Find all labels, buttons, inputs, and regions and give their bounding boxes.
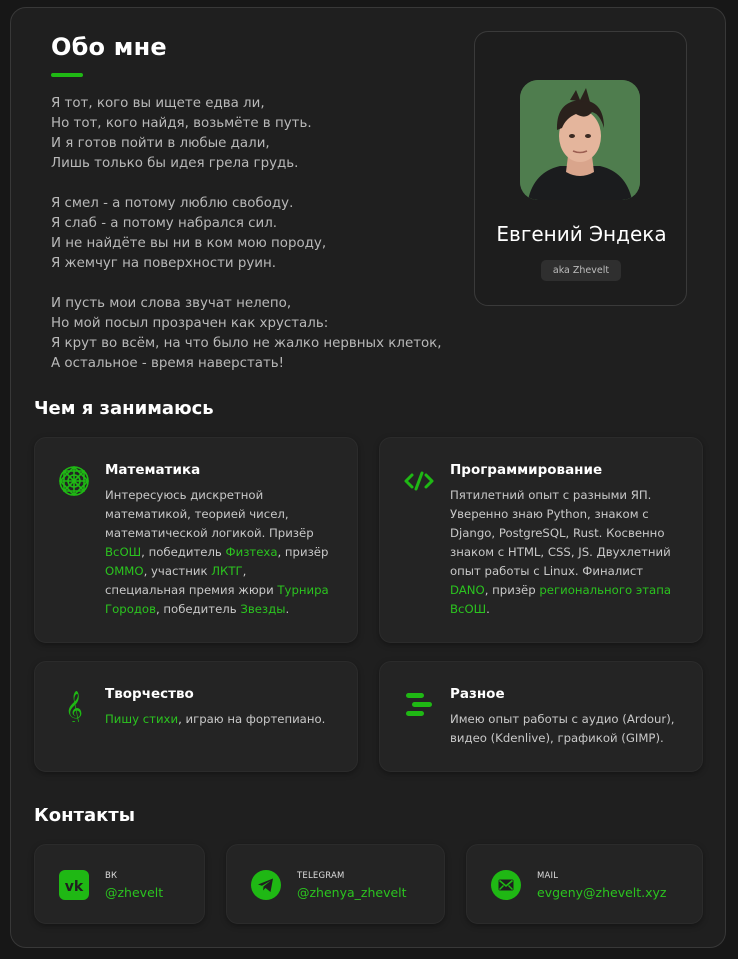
poem-line: А остальное - время наверстать! [51,356,285,371]
about-title: Обо мне [51,33,167,61]
contact-label: TELEGRAM [297,871,345,881]
poem-stanza: И пусть мои слова звучат нелепо, Но мой … [51,294,451,374]
text-fragment: Имею опыт работы с аудио (Ardour), видео… [450,712,675,745]
inline-link[interactable]: DANO [450,583,485,597]
activity-text: Пишу стихи, играю на фортепиано. [105,710,330,729]
misc-icon [406,693,432,716]
activity-card-creativity: 𝄞 Творчество Пишу стихи, играю на фортеп… [34,661,358,772]
contact-card-telegram[interactable]: TELEGRAM @zhenya_zhevelt [226,844,445,924]
profile-card: Евгений Эндека aka Zhevelt [474,31,687,306]
treble-clef-icon: 𝄞 [65,691,83,722]
vk-icon: vk [59,870,89,900]
text-fragment: , победитель [155,602,241,616]
poem: Я тот, кого вы ищете едва ли, Но тот, ко… [51,94,451,394]
text-fragment: , победитель [141,545,226,559]
activity-title: Разное [450,686,505,702]
poem-line: Я жемчуг на поверхности руин. [51,256,277,271]
poem-line: Я крут во всём, на что было не жалко нер… [51,336,442,351]
inline-link[interactable]: Пишу стихи [105,712,178,726]
poem-line: И пусть мои слова звучат нелепо, [51,296,292,311]
text-fragment: , призёр [277,545,329,559]
mail-icon [491,870,521,900]
activities-title: Чем я занимаюсь [34,398,214,419]
code-icon [404,471,434,491]
text-fragment: , участник [143,564,212,578]
svg-text:𝄞: 𝄞 [65,691,83,722]
inline-link[interactable]: Звезды [240,602,285,616]
poem-stanza: Я тот, кого вы ищете едва ли, Но тот, ко… [51,94,451,174]
activity-title: Программирование [450,462,603,478]
poem-line: Но мой посыл прозрачен как хрусталь: [51,316,329,331]
poem-line: И я готов пойти в любые дали, [51,136,270,151]
contact-card-vk[interactable]: vk ВК @zhevelt [34,844,205,924]
aka-badge: aka Zhevelt [541,260,621,281]
inline-link[interactable]: Физтеха [226,545,278,559]
profile-name: Евгений Эндека [496,222,667,246]
poem-line: Я смел - а потому люблю свободу. [51,196,294,211]
text-fragment: , играю на фортепиано. [178,712,326,726]
telegram-icon [251,870,281,900]
contact-link-telegram[interactable]: @zhenya_zhevelt [297,885,407,900]
text-fragment: . [486,602,490,616]
inline-link[interactable]: ВсОШ [105,545,141,559]
inline-link[interactable]: ЛКТГ [211,564,242,578]
contact-card-mail[interactable]: MAIL evgeny@zhevelt.xyz [466,844,703,924]
contact-link-vk[interactable]: @zhevelt [105,885,163,900]
activity-card-misc: Разное Имею опыт работы с аудио (Ardour)… [379,661,703,772]
text-fragment: Пятилетний опыт с разными ЯП. Уверенно з… [450,488,671,578]
poem-line: Но тот, кого найдя, возьмёте в путь. [51,116,312,131]
poem-line: Лишь только бы идея грела грудь. [51,156,299,171]
text-fragment: . [285,602,290,616]
contact-label: ВК [105,871,118,881]
avatar-portrait [520,80,640,200]
text-fragment: Интересуюсь дискретной математикой, теор… [105,488,314,540]
contacts-title: Контакты [34,805,136,826]
activity-card-math: Математика Интересуюсь дискретной матема… [34,437,358,643]
poem-line: Я тот, кого вы ищете едва ли, [51,96,265,111]
activity-text: Интересуюсь дискретной математикой, теор… [105,486,330,619]
math-icon [58,465,90,497]
activity-text: Пятилетний опыт с разными ЯП. Уверенно з… [450,486,675,619]
contact-link-mail[interactable]: evgeny@zhevelt.xyz [537,885,667,900]
svg-text:vk: vk [65,879,84,895]
activity-title: Математика [105,462,201,478]
poem-stanza: Я смел - а потому люблю свободу. Я слаб … [51,194,451,274]
contact-label: MAIL [537,871,559,881]
title-underline [51,73,83,77]
poem-line: Я слаб - а потому набрался сил. [51,216,278,231]
avatar [520,80,640,200]
inline-link[interactable]: ОММО [105,564,144,578]
activity-title: Творчество [105,686,194,702]
poem-line: И не найдёте вы ни в ком мою породу, [51,236,327,251]
activity-card-programming: Программирование Пятилетний опыт с разны… [379,437,703,643]
text-fragment: , призёр [484,583,540,597]
activity-text: Имею опыт работы с аудио (Ardour), видео… [450,710,675,748]
